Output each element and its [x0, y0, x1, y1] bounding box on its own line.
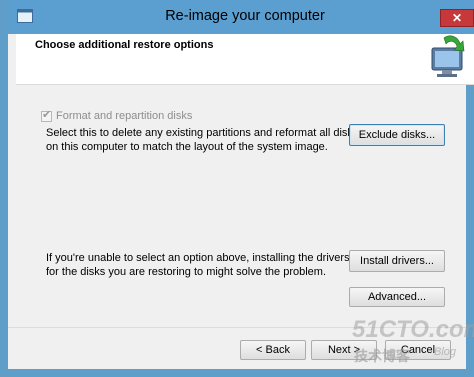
next-button[interactable]: Next > — [311, 340, 377, 360]
install-drivers-button[interactable]: Install drivers... — [349, 250, 445, 272]
format-description-line2: on this computer to match the layout of … — [46, 141, 328, 153]
back-button[interactable]: < Back — [240, 340, 306, 360]
close-button[interactable]: ✕ — [440, 9, 474, 27]
header-panel: Choose additional restore options — [16, 34, 474, 85]
check-icon: ✔ — [42, 108, 52, 121]
window-title: Re-image your computer — [165, 8, 325, 24]
format-repartition-label: Format and repartition disks — [56, 110, 193, 122]
advanced-button[interactable]: Advanced... — [349, 287, 445, 307]
drivers-description-line2: for the disks you are restoring to might… — [46, 266, 327, 278]
computer-restore-icon — [431, 35, 465, 77]
format-repartition-checkbox-row: ✔ Format and repartition disks — [41, 108, 193, 122]
exclude-disks-button[interactable]: Exclude disks... — [349, 124, 445, 146]
footer-divider — [8, 327, 466, 328]
title-bar[interactable]: Re-image your computer ✕ — [8, 0, 474, 34]
format-repartition-checkbox[interactable]: ✔ — [41, 108, 52, 122]
page-title: Choose additional restore options — [35, 39, 214, 51]
drivers-description-line1: If you're unable to select an option abo… — [46, 252, 350, 264]
reimage-dialog: Re-image your computer ✕ Choose addition… — [0, 0, 474, 377]
format-description: Select this to delete any existing parti… — [46, 126, 358, 154]
drivers-description: If you're unable to select an option abo… — [46, 251, 350, 279]
cancel-button[interactable]: Cancel — [385, 340, 451, 360]
format-description-line1: Select this to delete any existing parti… — [46, 127, 359, 139]
